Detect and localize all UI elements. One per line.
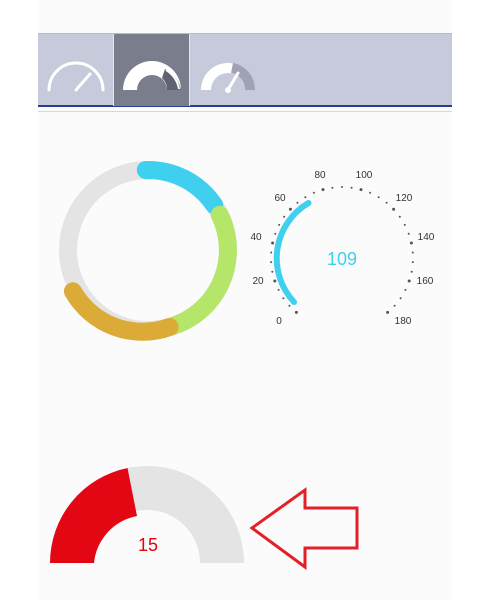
speedometer-tick-mark xyxy=(271,241,275,245)
speedometer-tick-label-120: 120 xyxy=(396,193,413,204)
speedometer-tick-mark xyxy=(369,191,372,194)
speedometer-gauge: 0 20 40 60 80 100 120 140 160 180 109 xyxy=(250,170,434,327)
speedometer-tick-mark xyxy=(288,304,291,307)
speedometer-tick-mark xyxy=(377,196,380,199)
speedometer-tick-label-40: 40 xyxy=(250,232,262,243)
ring-gauge-segment-blue xyxy=(136,160,224,215)
speedometer-tick-mark xyxy=(331,186,334,189)
speedometer-tick-mark xyxy=(410,270,413,273)
speedometer-tick-mark xyxy=(409,241,413,245)
speedometer-value: 109 xyxy=(327,249,357,269)
speedometer-tick-mark xyxy=(274,232,277,235)
speedometer-tick-mark xyxy=(270,251,273,254)
left-arrow-outline-icon xyxy=(249,487,359,570)
speedometer-tick-label-0: 0 xyxy=(276,316,282,327)
speedometer-tick-label-100: 100 xyxy=(356,170,373,181)
speedometer-progress-arc xyxy=(273,200,312,305)
half-gauge-fill xyxy=(50,468,137,563)
gauges-layer: 0 20 40 60 80 100 120 140 160 180 109 15 xyxy=(50,160,435,570)
speedometer-tick-mark xyxy=(404,288,407,291)
speedometer-tick-mark xyxy=(403,223,406,226)
speedometer-tick-mark xyxy=(398,215,401,218)
speedometer-tick-mark xyxy=(304,196,307,199)
speedometer-tick-mark xyxy=(411,261,414,264)
speedometer-tick-mark xyxy=(294,310,298,314)
speedometer-tick-mark xyxy=(392,207,396,211)
ring-gauge-segment-orange xyxy=(63,282,179,341)
half-gauge: 15 xyxy=(50,466,244,563)
speedometer-tick-label-20: 20 xyxy=(252,276,264,287)
speedometer-tick-label-140: 140 xyxy=(418,232,435,243)
speedometer-tick-mark xyxy=(385,201,388,204)
speedometer-tick-mark xyxy=(407,279,411,283)
speedometer-tick-mark xyxy=(393,304,396,307)
speedometer-tick-mark xyxy=(312,191,315,194)
speedometer-tick-label-60: 60 xyxy=(274,193,286,204)
speedometer-tick-mark xyxy=(407,232,410,235)
speedometer-tick-mark xyxy=(288,207,292,211)
speedometer-tick-mark xyxy=(341,186,343,188)
ring-gauge xyxy=(59,160,237,341)
speedometer-tick-label-160: 160 xyxy=(417,276,434,287)
speedometer-tick-label-80: 80 xyxy=(314,170,326,181)
speedometer-tick-mark xyxy=(277,288,280,291)
speedometer-tick-mark xyxy=(271,270,274,273)
speedometer-tick-mark xyxy=(283,215,286,218)
speedometer-tick-mark xyxy=(411,251,414,254)
speedometer-tick-mark xyxy=(270,261,273,264)
speedometer-tick-mark xyxy=(321,188,325,192)
speedometer-tick-mark xyxy=(273,279,277,283)
half-gauge-value: 15 xyxy=(138,535,158,555)
speedometer-tick-mark xyxy=(359,188,363,192)
ring-gauge-segment-green xyxy=(160,205,237,336)
speedometer-tick-mark xyxy=(278,223,281,226)
speedometer-tick-mark xyxy=(399,297,402,300)
speedometer-tick-mark xyxy=(282,297,285,300)
speedometer-tick-mark xyxy=(296,201,299,204)
speedometer-tick-mark xyxy=(386,310,390,314)
speedometer-tick-label-180: 180 xyxy=(395,316,412,327)
speedometer-tick-mark xyxy=(350,186,353,189)
